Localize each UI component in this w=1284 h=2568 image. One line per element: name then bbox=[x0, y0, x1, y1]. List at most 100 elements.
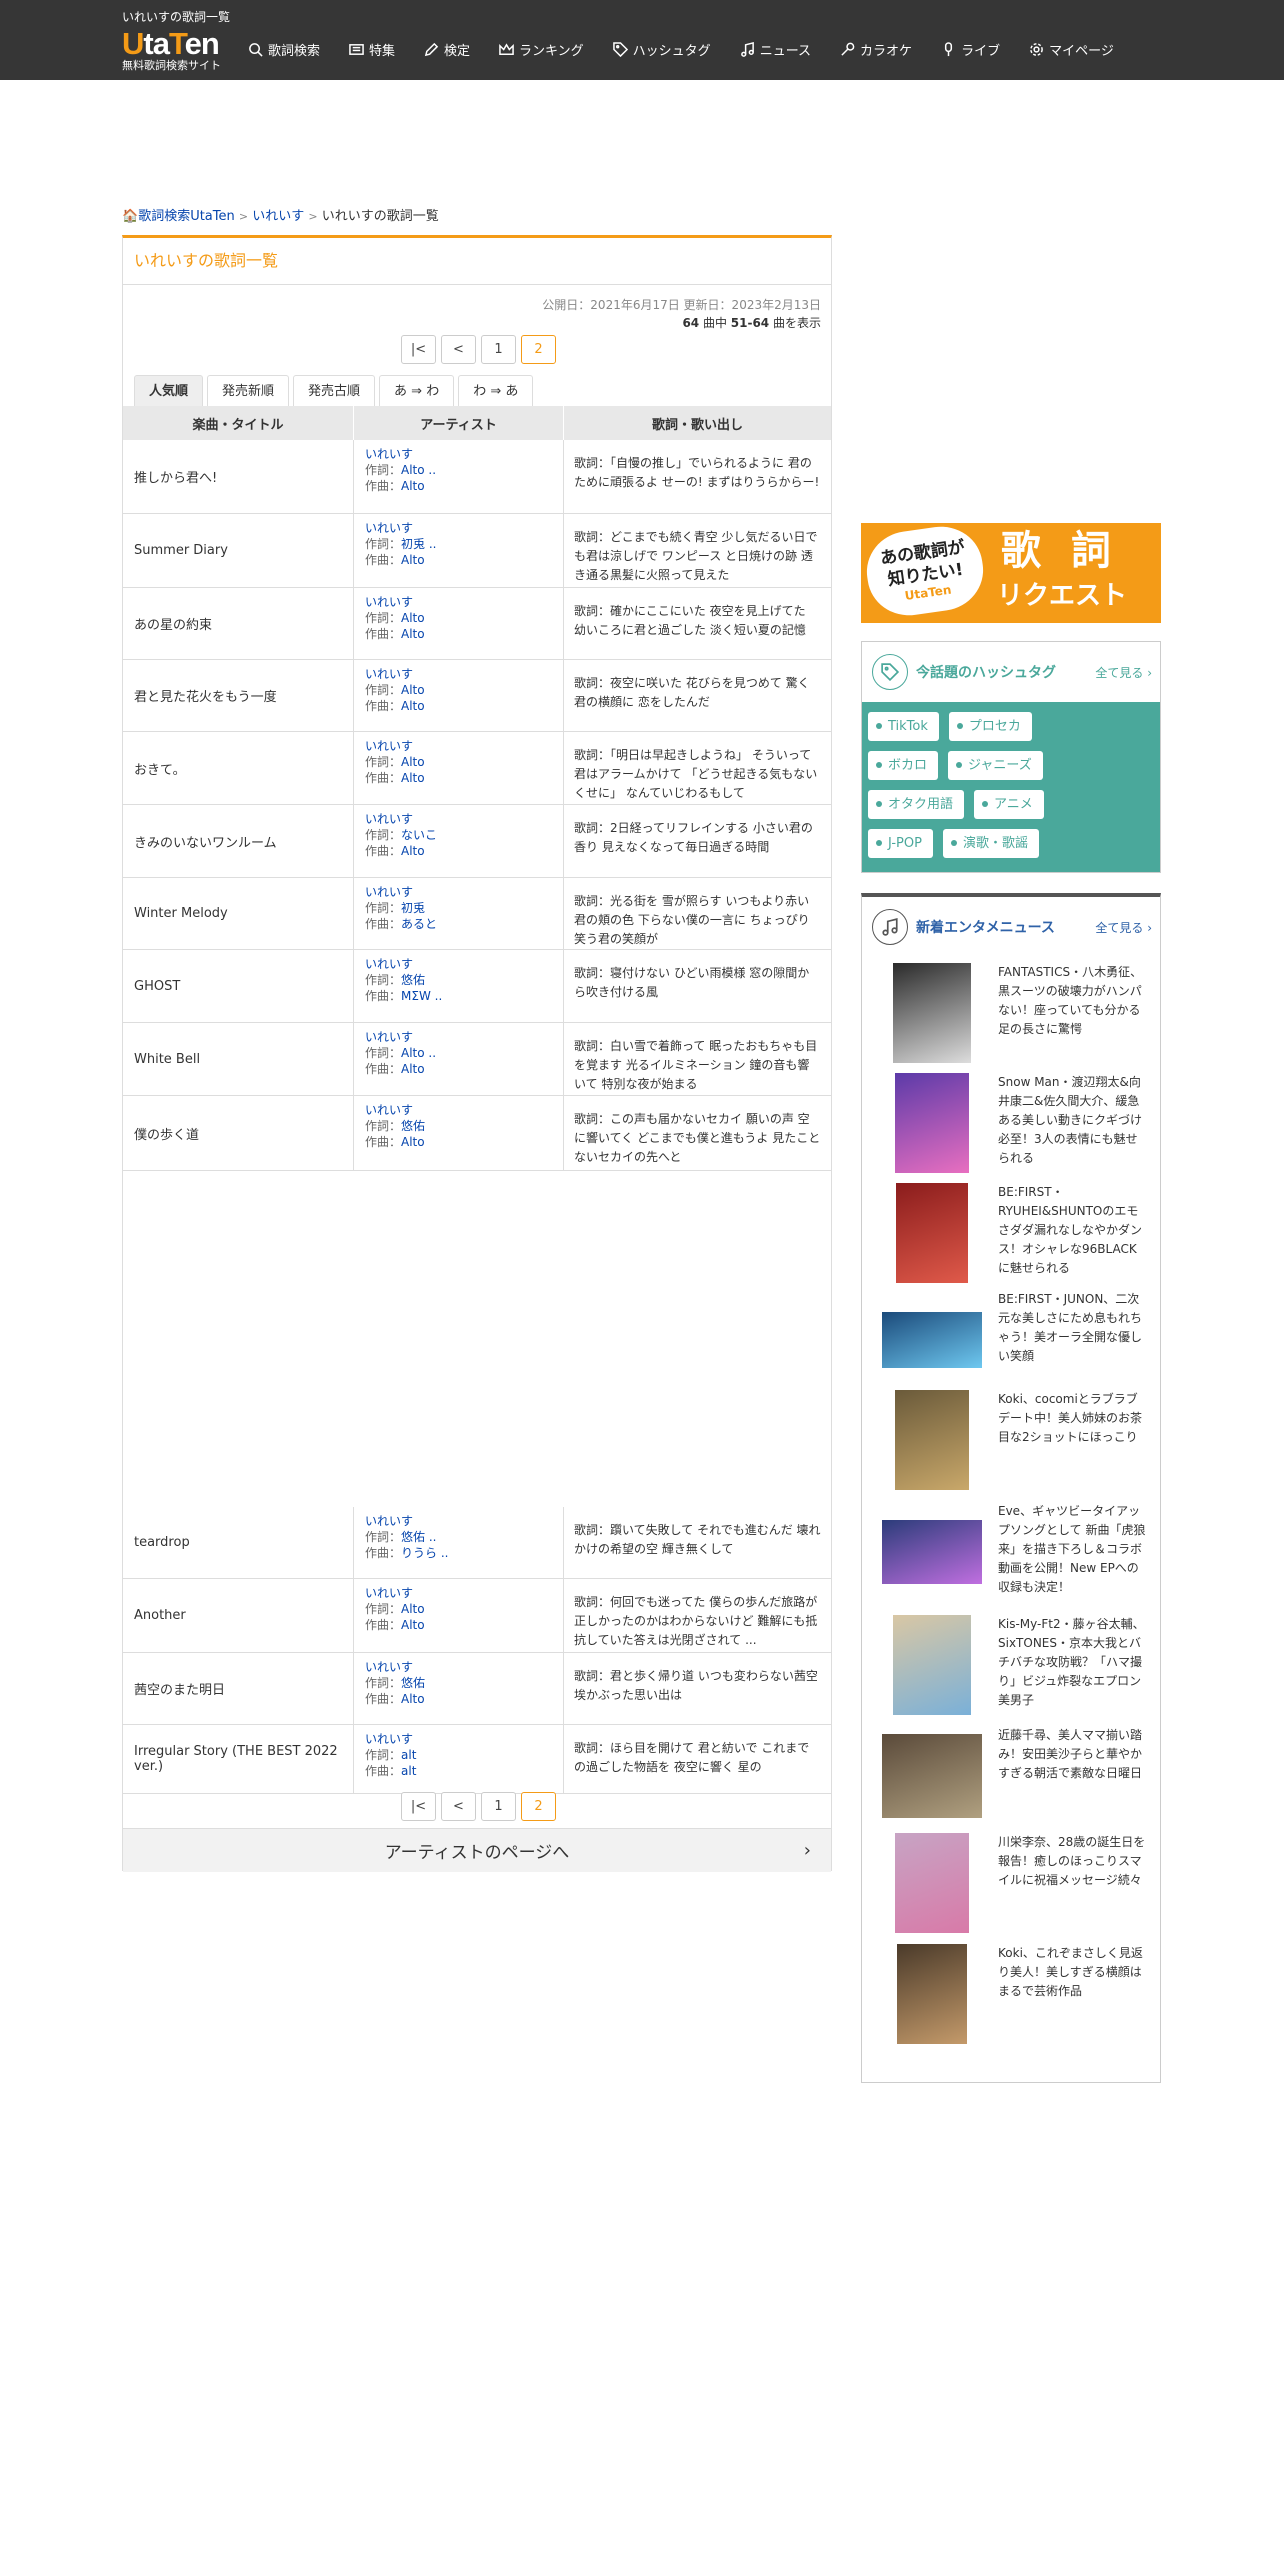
lyricist-link[interactable]: 初兎 bbox=[401, 901, 425, 915]
tab-oldest[interactable]: 発売古順 bbox=[293, 375, 376, 406]
lyric-excerpt[interactable]: 歌詞：確かにここにいた 夜空を見上げてた 幼いころに君と過ごした 淡く短い夏の記… bbox=[564, 588, 831, 659]
song-title[interactable]: Summer Diary bbox=[123, 514, 354, 587]
artist-link[interactable]: いれいす bbox=[365, 1103, 413, 1117]
nav-news[interactable]: ニュース bbox=[740, 40, 811, 59]
song-title[interactable]: Another bbox=[123, 1579, 354, 1652]
lyricist-link[interactable]: 悠佑 .. bbox=[401, 1530, 436, 1544]
news-item[interactable]: Koki、これぞまさしく見返り美人！美しすぎる横顔はまるで芸術作品 bbox=[882, 1944, 1152, 2044]
composer-link[interactable]: alt bbox=[401, 1764, 416, 1778]
composer-link[interactable]: Alto bbox=[401, 699, 425, 713]
lyricist-link[interactable]: Alto .. bbox=[401, 463, 436, 477]
lyric-excerpt[interactable]: 歌詞：君と歩く帰り道 いつも変わらない茜空 埃かぶった思い出は bbox=[564, 1653, 831, 1724]
lyric-excerpt[interactable]: 歌詞：躓いて失敗して それでも進むんだ 壊れかけの希望の空 輝き無くして bbox=[564, 1507, 831, 1578]
lyricist-link[interactable]: Alto bbox=[401, 1602, 425, 1616]
news-item[interactable]: Koki、cocomiとラブラブデート中！美人姉妹のお茶目な2ショットにほっこり bbox=[882, 1390, 1152, 1490]
song-title[interactable]: 茜空のまた明日 bbox=[123, 1653, 354, 1724]
pager-page-1[interactable]: 1 bbox=[481, 1792, 516, 1821]
lyric-excerpt[interactable]: 歌詞：「自慢の推し」でいられるように 君のために頑張るよ せーの! まずはりうら… bbox=[564, 440, 831, 513]
hashtag-chip[interactable]: TikTok bbox=[868, 712, 939, 741]
tab-a-to-wa[interactable]: あ ⇒ わ bbox=[379, 375, 455, 406]
artist-link[interactable]: いれいす bbox=[365, 739, 413, 753]
lyricist-link[interactable]: Alto bbox=[401, 755, 425, 769]
nav-feature[interactable]: 特集 bbox=[349, 40, 395, 59]
artist-link[interactable]: いれいす bbox=[365, 1660, 413, 1674]
hashtag-chip[interactable]: アニメ bbox=[974, 790, 1044, 819]
composer-link[interactable]: Alto bbox=[401, 844, 425, 858]
news-item[interactable]: FANTASTICS・八木勇征、黒スーツの破壊力がハンパない！座っていても分かる… bbox=[882, 963, 1152, 1063]
pager-page-1[interactable]: 1 bbox=[481, 335, 516, 364]
composer-link[interactable]: Alto bbox=[401, 1618, 425, 1632]
lyric-excerpt[interactable]: 歌詞：どこまでも続く青空 少し気だるい日でも君は涼しげで ワンピース と日焼けの… bbox=[564, 514, 831, 587]
song-title[interactable]: 僕の歩く道 bbox=[123, 1096, 354, 1170]
news-item[interactable]: 近藤千尋、美人ママ揃い踏み！安田美沙子らと華やかすぎる朝活で素敵な日曜日 bbox=[882, 1726, 1152, 1826]
site-logo[interactable]: UtaTen 無料歌詞検索サイト bbox=[122, 28, 221, 71]
hashtag-chip[interactable]: ボカロ bbox=[868, 751, 939, 780]
hashtag-chip[interactable]: 演歌・歌謡 bbox=[942, 829, 1039, 858]
song-title[interactable]: teardrop bbox=[123, 1507, 354, 1578]
hashtag-chip[interactable]: オタク用語 bbox=[868, 790, 965, 819]
lyricist-link[interactable]: 悠佑 bbox=[401, 973, 425, 987]
pager-page-2[interactable]: 2 bbox=[521, 1792, 556, 1821]
lyricist-link[interactable]: alt bbox=[401, 1748, 416, 1762]
composer-link[interactable]: Alto bbox=[401, 1135, 425, 1149]
artist-link[interactable]: いれいす bbox=[365, 812, 413, 826]
nav-quiz[interactable]: 検定 bbox=[424, 40, 470, 59]
lyricist-link[interactable]: 悠佑 bbox=[401, 1119, 425, 1133]
song-title[interactable]: White Bell bbox=[123, 1023, 354, 1095]
composer-link[interactable]: Alto bbox=[401, 1062, 425, 1076]
artist-link[interactable]: いれいす bbox=[365, 1030, 413, 1044]
artist-link[interactable]: いれいす bbox=[365, 521, 413, 535]
nav-live[interactable]: ライブ bbox=[941, 40, 1000, 59]
composer-link[interactable]: Alto bbox=[401, 479, 425, 493]
artist-page-button[interactable]: アーティストのページへ › bbox=[123, 1828, 831, 1872]
news-item[interactable]: 川栄李奈、28歳の誕生日を報告！癒しのほっこりスマイルに祝福メッセージ続々 bbox=[882, 1833, 1152, 1933]
lyricist-link[interactable]: Alto bbox=[401, 683, 425, 697]
nav-ranking[interactable]: ランキング bbox=[499, 40, 584, 59]
artist-link[interactable]: いれいす bbox=[365, 1586, 413, 1600]
hashtag-chip[interactable]: プロセカ bbox=[948, 712, 1032, 741]
tab-popular[interactable]: 人気順 bbox=[134, 375, 204, 406]
pager-prev[interactable]: < bbox=[441, 1792, 476, 1821]
lyricist-link[interactable]: Alto .. bbox=[401, 1046, 436, 1060]
nav-mypage[interactable]: マイページ bbox=[1029, 40, 1114, 59]
pager-page-2[interactable]: 2 bbox=[521, 335, 556, 364]
lyric-excerpt[interactable]: 歌詞：「明日は早起きしようね」 そういって君はアラームかけて 「どうせ起きる気も… bbox=[564, 732, 831, 804]
lyric-excerpt[interactable]: 歌詞：何回でも迷ってた 僕らの歩んだ旅路が 正しかったのかはわからないけど 難解… bbox=[564, 1579, 831, 1652]
breadcrumb-home[interactable]: 歌詞検索UtaTen bbox=[138, 209, 235, 224]
artist-link[interactable]: いれいす bbox=[365, 667, 413, 681]
song-title[interactable]: GHOST bbox=[123, 950, 354, 1022]
lyric-excerpt[interactable]: 歌詞：2日経ってリフレインする 小さい君の香り 見えなくなって毎日過ぎる時間 bbox=[564, 805, 831, 877]
artist-link[interactable]: いれいす bbox=[365, 447, 413, 461]
composer-link[interactable]: Alto bbox=[401, 553, 425, 567]
lyricist-link[interactable]: 悠佑 bbox=[401, 1676, 425, 1690]
tab-newest[interactable]: 発売新順 bbox=[207, 375, 290, 406]
pager-first[interactable]: |< bbox=[401, 335, 436, 364]
song-title[interactable]: きみのいないワンルーム bbox=[123, 805, 354, 877]
lyric-excerpt[interactable]: 歌詞：光る街を 雪が照らす いつもより赤い君の頬の色 下らない僕の一言に ちょっ… bbox=[564, 878, 831, 949]
lyric-excerpt[interactable]: 歌詞：白い雪で着飾って 眠ったおもちゃも目を覚ます 光るイルミネーション 鐘の音… bbox=[564, 1023, 831, 1095]
composer-link[interactable]: りうら .. bbox=[401, 1546, 448, 1560]
lyricist-link[interactable]: ないこ bbox=[401, 828, 437, 842]
tab-wa-to-a[interactable]: わ ⇒ あ bbox=[458, 375, 534, 406]
news-item[interactable]: Kis-My-Ft2・藤ヶ谷太輔、SixTONES・京本大我とバチバチな攻防戦？… bbox=[882, 1615, 1152, 1715]
artist-link[interactable]: いれいす bbox=[365, 885, 413, 899]
composer-link[interactable]: MΣW .. bbox=[401, 989, 442, 1003]
nav-lyrics-search[interactable]: 歌詞検索 bbox=[248, 40, 320, 59]
pager-prev[interactable]: < bbox=[441, 335, 476, 364]
news-item[interactable]: Snow Man・渡辺翔太&向井康二&佐久間大介、緩急ある美しい動きにクギづけ必… bbox=[882, 1073, 1152, 1173]
news-item[interactable]: BE:FIRST・JUNON、二次元な美しさにため息もれちゃう！美オーラ全開な優… bbox=[882, 1290, 1152, 1390]
artist-link[interactable]: いれいす bbox=[365, 957, 413, 971]
news-item[interactable]: Eve、ギャツビータイアップソングとして 新曲「虎狼来」を描き下ろし＆コラボ動画… bbox=[882, 1502, 1152, 1602]
lyricist-link[interactable]: 初兎 .. bbox=[401, 537, 436, 551]
lyric-excerpt[interactable]: 歌詞：夜空に咲いた 花びらを見つめて 驚く君の横顔に 恋をしたんだ bbox=[564, 660, 831, 731]
song-title[interactable]: 推しから君へ! bbox=[123, 440, 354, 513]
song-title[interactable]: Winter Melody bbox=[123, 878, 354, 949]
song-title[interactable]: あの星の約束 bbox=[123, 588, 354, 659]
pager-first[interactable]: |< bbox=[401, 1792, 436, 1821]
news-more-link[interactable]: 全て見る › bbox=[1095, 919, 1152, 936]
breadcrumb-artist[interactable]: いれいす bbox=[252, 209, 304, 224]
artist-link[interactable]: いれいす bbox=[365, 1514, 413, 1528]
composer-link[interactable]: Alto bbox=[401, 1692, 425, 1706]
song-title[interactable]: 君と見た花火をもう一度 bbox=[123, 660, 354, 731]
lyricist-link[interactable]: Alto bbox=[401, 611, 425, 625]
